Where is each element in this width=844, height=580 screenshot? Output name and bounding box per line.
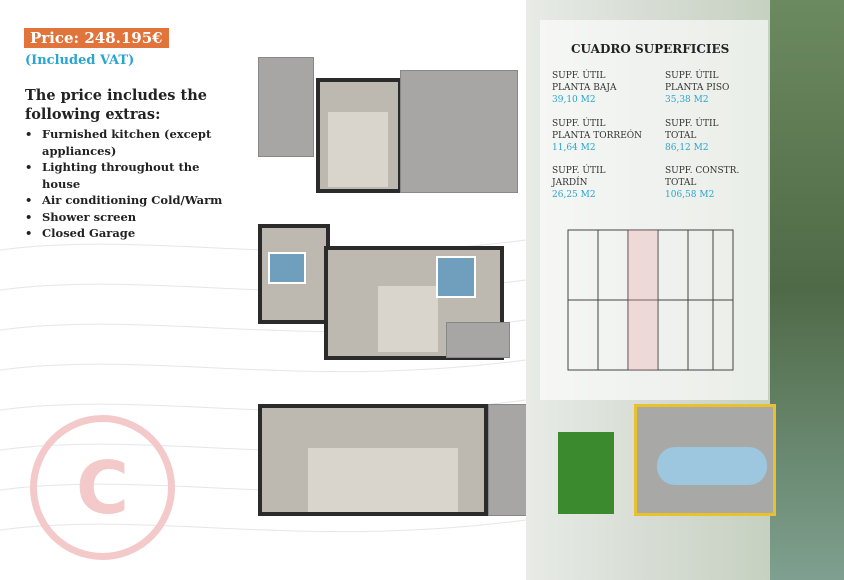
surface-cell: SUPF. ÚTIL TOTAL 86,12 M2 xyxy=(665,119,719,153)
extras-heading: The price includes the following extras: xyxy=(25,87,207,123)
surface-cell: SUPF. ÚTIL PLANTA TORREÓN 11,64 M2 xyxy=(552,119,643,153)
watermark-logo: C xyxy=(30,415,175,560)
list-item: Shower screen xyxy=(25,209,240,226)
list-item: Lighting throughout the house xyxy=(25,159,240,192)
vat-note: (Included VAT) xyxy=(25,53,135,68)
watermark-letter: C xyxy=(76,445,129,530)
surface-cell: SUPF. CONSTR. TOTAL 106,58 M2 xyxy=(665,166,740,200)
surfaces-title: CUADRO SUPERFICIES xyxy=(571,42,730,56)
price-badge: Price: 248.195€ xyxy=(24,28,169,48)
surface-cell: SUPF. ÚTIL PLANTA BAJA 39,10 M2 xyxy=(552,71,617,105)
garage-plan xyxy=(634,404,776,516)
site-plan-drawing xyxy=(567,229,734,371)
car-icon xyxy=(657,447,767,485)
garden-lawn xyxy=(558,432,614,514)
surface-cell: SUPF. ÚTIL JARDÍN 26,25 M2 xyxy=(552,166,606,200)
list-item: Furnished kitchen (except appliances) xyxy=(25,126,240,159)
surface-cell: SUPF. ÚTIL PLANTA PISO 35,38 M2 xyxy=(665,71,730,105)
list-item: Air conditioning Cold/Warm xyxy=(25,192,240,209)
tree-photo xyxy=(770,0,844,580)
list-item: Closed Garage xyxy=(25,225,240,242)
extras-list: Furnished kitchen (except appliances) Li… xyxy=(25,126,240,242)
